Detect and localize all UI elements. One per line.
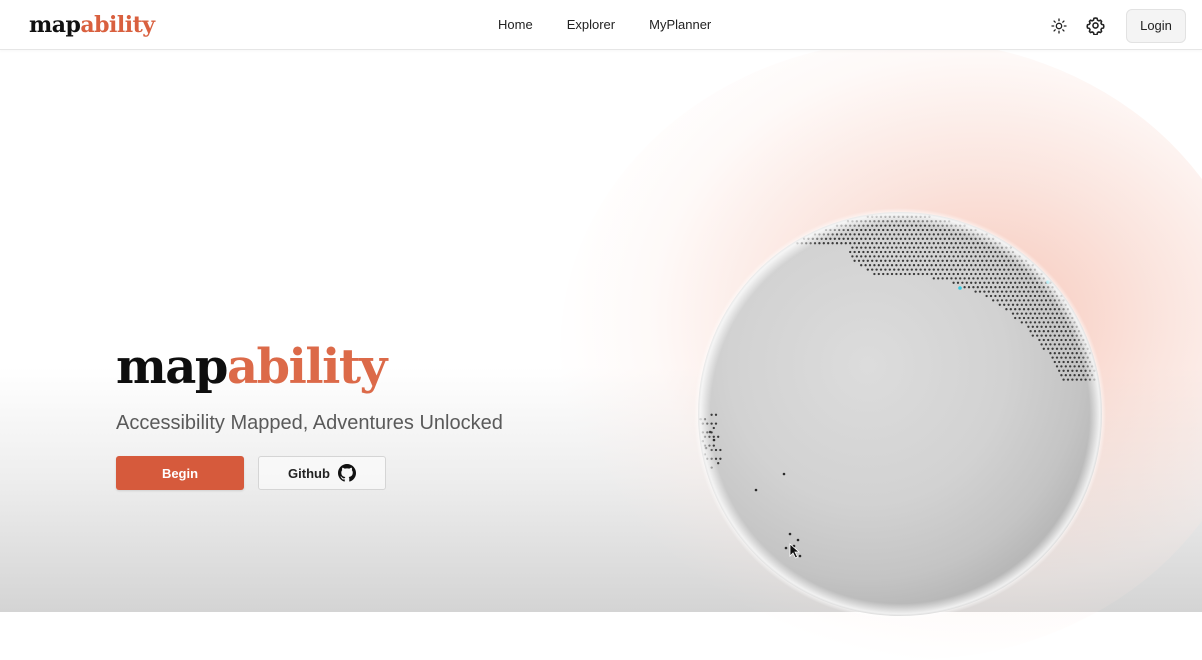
nav-link-myplanner[interactable]: MyPlanner: [649, 17, 711, 32]
theme-toggle-button[interactable]: [1048, 15, 1070, 37]
github-icon: [337, 464, 356, 482]
hero-section: mapability Accessibility Mapped, Adventu…: [116, 336, 503, 490]
brand-logo-accent-part: ability: [80, 12, 155, 38]
github-button[interactable]: Github: [258, 456, 386, 490]
globe-graphic: [694, 208, 1106, 620]
begin-button[interactable]: Begin: [116, 456, 244, 490]
settings-button[interactable]: [1084, 15, 1106, 37]
gear-icon: [1085, 17, 1105, 35]
hero-tagline: Accessibility Mapped, Adventures Unlocke…: [116, 412, 503, 434]
nav-link-home[interactable]: Home: [498, 17, 533, 32]
sun-icon: [1051, 17, 1067, 34]
hero-title-accent-part: ability: [226, 339, 387, 395]
top-navbar: mapability Home Explorer MyPlanner Login: [0, 0, 1202, 50]
nav-actions: Login: [1048, 8, 1186, 43]
globe-rim: [694, 208, 1106, 620]
login-button[interactable]: Login: [1126, 8, 1186, 43]
mouse-cursor-icon: [789, 543, 801, 559]
interactive-globe[interactable]: [690, 204, 1110, 624]
main-nav: Home Explorer MyPlanner: [498, 0, 711, 49]
github-button-label: Github: [288, 465, 330, 481]
hero-actions: Begin Github: [116, 456, 503, 490]
brand-logo[interactable]: mapability: [29, 10, 155, 40]
hero-title-dark-part: map: [116, 339, 228, 395]
hero-title: mapability: [116, 336, 503, 398]
brand-logo-dark-part: map: [29, 12, 81, 38]
nav-link-explorer[interactable]: Explorer: [567, 17, 615, 32]
